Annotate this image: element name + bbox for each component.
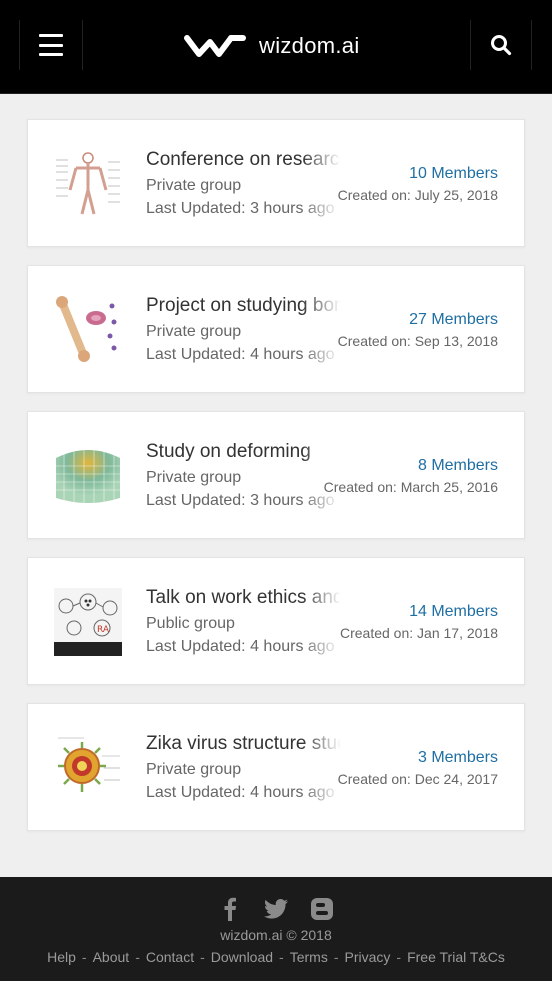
group-last-updated: Last Updated: 4 hours ago xyxy=(146,638,335,655)
group-created-date: Created on: Sep 13, 2018 xyxy=(337,333,498,349)
group-title[interactable]: Study on deforming xyxy=(146,440,341,464)
hamburger-menu-icon xyxy=(39,34,63,56)
wizdom-logo[interactable]: wizdom.ai xyxy=(183,30,360,62)
footer-separator: - xyxy=(279,949,284,965)
group-last-updated: Last Updated: 4 hours ago xyxy=(146,346,335,363)
group-created-date: Created on: March 25, 2016 xyxy=(323,479,498,495)
footer-link-terms[interactable]: Terms xyxy=(290,949,328,965)
footer-link-download[interactable]: Download xyxy=(211,949,273,965)
footer-link-help[interactable]: Help xyxy=(47,949,76,965)
group-members-link[interactable]: 10 Members xyxy=(338,164,498,184)
group-members-link[interactable]: 14 Members xyxy=(340,602,498,622)
footer-links: Help - About - Contact - Download - Terms - Privac… xyxy=(0,949,552,965)
group-privacy: Private group xyxy=(146,323,242,340)
group-members-link[interactable]: 3 Members xyxy=(338,748,498,768)
search-icon xyxy=(491,35,512,56)
group-created-date: Created on: Dec 24, 2017 xyxy=(337,771,498,787)
group-last-updated: Last Updated: 3 hours ago xyxy=(146,200,335,217)
group-last-updated: Last Updated: 4 hours ago xyxy=(146,784,335,801)
anatomy-thumbnail xyxy=(54,150,122,218)
group-card[interactable]: Zika virus structure study Private group… xyxy=(27,703,525,831)
footer-separator: - xyxy=(81,949,87,965)
blogger-icon[interactable] xyxy=(310,897,334,921)
group-members-link[interactable]: 27 Members xyxy=(338,310,498,330)
footer-link-about[interactable]: About xyxy=(93,949,130,965)
footer-link-privacy[interactable]: Privacy xyxy=(345,949,391,965)
group-last-updated: Last Updated: 3 hours ago xyxy=(146,492,335,509)
svg-text:RA: RA xyxy=(97,625,110,635)
page-footer: wizdom.ai © 2018 Help - About - Contact - Down… xyxy=(0,877,552,981)
group-created-date: Created on: July 25, 2018 xyxy=(337,187,498,203)
copyright-text: wizdom.ai © 2018 xyxy=(220,927,332,943)
group-card[interactable]: Study on deforming Private group Last Up… xyxy=(27,411,525,539)
facebook-icon[interactable] xyxy=(218,897,242,921)
group-privacy: Private group xyxy=(146,177,242,194)
group-card[interactable]: Conference on research Private group Las… xyxy=(27,119,525,247)
ethics-diagram-thumbnail: RA xyxy=(54,588,122,656)
footer-link-contact[interactable]: Contact xyxy=(146,949,194,965)
group-created-date: Created on: Jan 17, 2018 xyxy=(339,625,498,641)
group-title[interactable]: Conference on research xyxy=(146,148,341,172)
top-navbar: wizdom.ai xyxy=(0,0,552,94)
social-links xyxy=(0,897,552,921)
footer-separator: - xyxy=(396,949,402,965)
brand-name: wizdom.ai xyxy=(259,33,360,58)
twitter-icon[interactable] xyxy=(264,897,288,921)
footer-link-free-trial-terms[interactable]: Free Trial T&Cs xyxy=(407,949,505,965)
search-button[interactable] xyxy=(470,20,532,70)
group-privacy: Private group xyxy=(146,761,242,778)
menu-button[interactable] xyxy=(19,20,83,70)
mesh-thumbnail xyxy=(54,442,122,510)
group-title[interactable]: Project on studying bones xyxy=(146,294,341,318)
virus-thumbnail xyxy=(54,734,122,802)
group-members-link[interactable]: 8 Members xyxy=(324,456,498,476)
group-title[interactable]: Talk on work ethics and xyxy=(146,586,341,610)
group-privacy: Private group xyxy=(146,469,242,486)
group-privacy: Public group xyxy=(146,615,235,632)
group-title[interactable]: Zika virus structure study xyxy=(146,732,341,756)
group-card[interactable]: Project on studying bones Private group … xyxy=(27,265,525,393)
footer-separator: - xyxy=(135,949,140,965)
bone-thumbnail xyxy=(54,296,122,364)
group-list: Conference on research Private group Las… xyxy=(0,94,552,831)
wizdom-logo-icon xyxy=(184,35,246,57)
footer-separator: - xyxy=(200,949,205,965)
group-card[interactable]: RA Talk on work ethics and Public group … xyxy=(27,557,525,685)
footer-separator: - xyxy=(333,949,339,965)
